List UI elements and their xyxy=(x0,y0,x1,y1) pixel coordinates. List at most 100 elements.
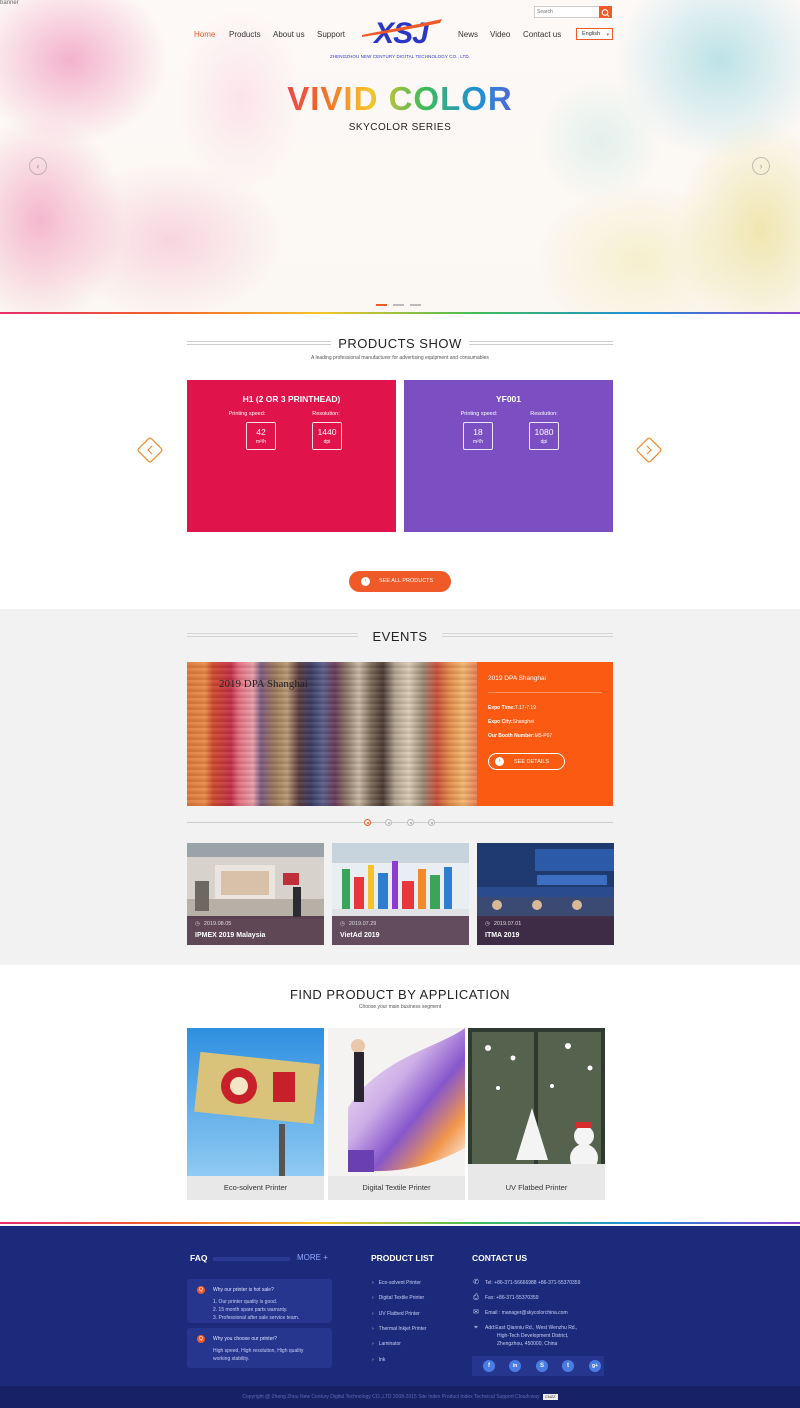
contact-fax: Fax: +86-371-55370359 xyxy=(485,1295,539,1301)
news-date: 2019.08.05 xyxy=(195,921,232,927)
caret-down-icon: ▾ xyxy=(606,32,609,38)
location-icon: ⌖ xyxy=(474,1324,478,1331)
app-label: Eco-solvent Printer xyxy=(223,1183,288,1192)
cnzz-badge[interactable]: CNZZ xyxy=(542,1394,558,1400)
footer-product-link[interactable]: Laminator xyxy=(372,1341,401,1347)
faq-question: Why our printer is hot sale? xyxy=(213,1287,274,1293)
nav-about-us[interactable]: About us xyxy=(273,30,305,39)
banner-alt-text: banner xyxy=(0,0,19,6)
hero-dot-2[interactable] xyxy=(393,304,404,306)
products-subtitle: A leading professional manufacturer for … xyxy=(311,355,489,361)
nav-products[interactable]: Products xyxy=(229,30,261,39)
speed-unit: m²/h xyxy=(473,439,483,445)
faq-answer-line: High speed, High resolution, High qualit… xyxy=(213,1348,304,1354)
application-title: FIND PRODUCT BY APPLICATION xyxy=(250,987,550,1002)
search-input[interactable] xyxy=(535,7,599,17)
speed-label: Printing speed: xyxy=(460,411,498,417)
question-icon: Q xyxy=(197,1335,205,1343)
event-dot-2[interactable] xyxy=(385,819,392,826)
contact-tel: Tel: +86-371-56666988 +86-371-55370359 xyxy=(485,1280,581,1286)
search-button[interactable] xyxy=(599,6,612,18)
footer-product-link[interactable]: Ink xyxy=(372,1357,386,1363)
resolution-label: Resolution: xyxy=(312,411,340,417)
faq-more-link[interactable]: MORE + xyxy=(297,1253,328,1262)
nav-video[interactable]: Video xyxy=(490,30,510,39)
product-list-title: PRODUCT LIST xyxy=(371,1253,434,1263)
event-dot-1[interactable] xyxy=(364,819,371,826)
product-card-h1[interactable]: H1 (2 OR 3 PRINTHEAD) Printing speed: Re… xyxy=(187,380,396,532)
social-links: f in S t g+ xyxy=(472,1356,604,1376)
eco-solvent-photo xyxy=(187,1028,324,1176)
rainbow-divider-footer xyxy=(0,1222,800,1224)
products-prev-arrow-icon[interactable] xyxy=(136,436,164,464)
fax-icon: ⎙ xyxy=(473,1294,479,1301)
email-icon: ✉ xyxy=(473,1309,479,1316)
faq-item-1[interactable]: Q Why our printer is hot sale? 1. Our pr… xyxy=(187,1279,332,1323)
news-date: 2019.07.29 xyxy=(340,921,377,927)
products-next-arrow-icon[interactable] xyxy=(635,436,663,464)
app-card-digital-textile[interactable]: Digital Textile Printer xyxy=(328,1028,465,1200)
nav-home[interactable]: Home xyxy=(194,30,215,39)
event-time-value: 7.17-7.19 xyxy=(514,705,536,711)
event-image-caption: 2019 DPA Shanghai xyxy=(219,678,308,690)
footer-product-link[interactable]: Eco-solvent Printer xyxy=(372,1280,421,1286)
event-booth: Our Booth Number:M5-P07 xyxy=(488,733,552,739)
hero-next-arrow-icon[interactable]: › xyxy=(752,157,770,175)
see-all-label: SEE ALL PRODUCTS xyxy=(379,578,434,584)
app-label: Digital Textile Printer xyxy=(362,1183,431,1192)
event-booth-value: M5-P07 xyxy=(534,733,553,739)
search-box xyxy=(534,6,612,18)
skype-icon[interactable]: S xyxy=(536,1360,548,1372)
event-divider xyxy=(488,692,602,693)
see-details-button[interactable]: › SEE DETAILS xyxy=(488,753,565,770)
footer-product-link[interactable]: Digital Textile Printer xyxy=(372,1295,424,1301)
app-card-uv-flatbed[interactable]: UV Flatbed Printer xyxy=(468,1028,605,1200)
site-footer: FAQ MORE + Q Why our printer is hot sale… xyxy=(0,1226,800,1386)
facebook-icon[interactable]: f xyxy=(483,1360,495,1372)
news-caption: 2019.07.01 ITMA 2019 xyxy=(477,916,614,945)
news-card-ipmex[interactable]: 2019.08.05 IPMEX 2019 Malaysia xyxy=(187,843,324,945)
nav-support[interactable]: Support xyxy=(317,30,345,39)
contact-address-line: High-Tech Development District, xyxy=(497,1333,569,1339)
event-city: Expo City:Shanghai xyxy=(488,719,534,725)
product-card-yf001[interactable]: YF001 Printing speed: Resolution: 18 m²/… xyxy=(404,380,613,532)
digital-textile-photo xyxy=(328,1028,465,1176)
products-title: PRODUCTS SHOW xyxy=(331,336,469,351)
language-select[interactable]: English ▾ xyxy=(576,28,613,40)
resolution-value: 1080 xyxy=(534,427,554,437)
news-caption: 2019.07.29 VietAd 2019 xyxy=(332,916,469,945)
phone-icon: ✆ xyxy=(473,1279,479,1286)
google-plus-icon[interactable]: g+ xyxy=(589,1360,601,1372)
nav-contact-us[interactable]: Contact us xyxy=(523,30,561,39)
event-city-value: Shanghai xyxy=(512,719,534,725)
resolution-label: Resolution: xyxy=(530,411,558,417)
events-title: EVENTS xyxy=(358,629,442,644)
speed-value: 18 xyxy=(473,427,483,437)
speed-value: 42 xyxy=(256,427,266,437)
footer-product-link[interactable]: UV Flatbed Printer xyxy=(372,1311,420,1317)
linkedin-icon[interactable]: in xyxy=(509,1360,521,1372)
copyright-bar: Copyright @ Zheng Zhou New Century Digit… xyxy=(0,1386,800,1408)
hero-subtitle: SKYCOLOR SERIES xyxy=(348,122,452,133)
faq-item-2[interactable]: Q Why you choose our printer? High speed… xyxy=(187,1328,332,1368)
event-dot-4[interactable] xyxy=(428,819,435,826)
hero-dot-3[interactable] xyxy=(410,304,421,306)
footer-product-link[interactable]: Thermal Inkjet Printer xyxy=(372,1326,427,1332)
contact-address-line: Zhengzhou, 450000, China xyxy=(497,1341,558,1347)
twitter-icon[interactable]: t xyxy=(562,1360,574,1372)
app-card-eco-solvent[interactable]: Eco-solvent Printer xyxy=(187,1028,324,1200)
event-feature-image[interactable]: 2019 DPA Shanghai xyxy=(187,662,477,806)
see-all-products-button[interactable]: › SEE ALL PRODUCTS xyxy=(349,571,451,592)
news-card-itma[interactable]: 2019.07.01 ITMA 2019 xyxy=(477,843,614,945)
faq-answer-line: 1. Our printer quality is good. xyxy=(213,1299,278,1305)
hero-prev-arrow-icon[interactable]: ‹ xyxy=(29,157,47,175)
event-dot-3[interactable] xyxy=(407,819,414,826)
nav-news[interactable]: News xyxy=(458,30,478,39)
contact-email[interactable]: Email : manager@skycolorchina.com xyxy=(485,1309,568,1317)
hero-dot-1[interactable] xyxy=(376,304,387,306)
xsj-logo[interactable]: XSJ xyxy=(356,16,446,48)
speed-box: 42 m²/h xyxy=(246,422,276,450)
chevron-right-icon: › xyxy=(361,577,370,586)
resolution-unit: dpi xyxy=(323,439,331,445)
news-card-vietad[interactable]: 2019.07.29 VietAd 2019 xyxy=(332,843,469,945)
